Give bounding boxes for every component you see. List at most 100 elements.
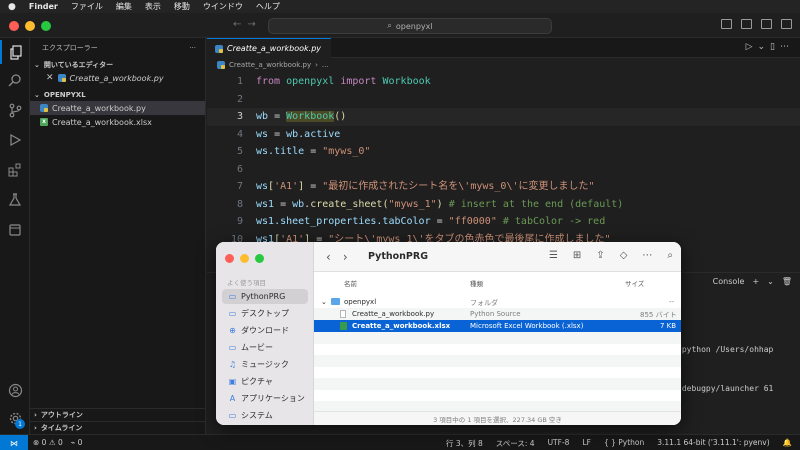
remote-indicator-icon[interactable]: ⋈ bbox=[0, 435, 28, 450]
row-kind: Python Source bbox=[470, 309, 521, 318]
language-mode[interactable]: { } Python bbox=[604, 438, 644, 449]
apple-menu-icon[interactable]: ● bbox=[8, 2, 16, 12]
macos-menu-bar: ● Finder ファイル 編集 表示 移動 ウインドウ ヘルプ bbox=[0, 0, 800, 13]
account-icon[interactable] bbox=[0, 378, 30, 402]
indentation-status[interactable]: スペース: 4 bbox=[496, 438, 535, 449]
code-line: 6 bbox=[207, 161, 800, 179]
python-file-icon bbox=[215, 44, 223, 53]
menu-window[interactable]: ウインドウ bbox=[203, 1, 243, 12]
breadcrumb-file[interactable]: Creatte_a_workbook.py bbox=[229, 61, 311, 69]
menu-finder[interactable]: Finder bbox=[29, 2, 58, 11]
finder-close-button[interactable] bbox=[225, 254, 234, 263]
finder-sidebar-item-pythonprg[interactable]: ▭ PythonPRG bbox=[222, 289, 308, 304]
menu-view[interactable]: 表示 bbox=[145, 1, 161, 12]
panel-console-label[interactable]: Console bbox=[713, 277, 745, 286]
file-item-py[interactable]: Creatte_a_workbook.py bbox=[30, 101, 205, 115]
finder-sidebar-item-system[interactable]: ▭ システム bbox=[222, 408, 308, 423]
row-size: 7 KB bbox=[660, 321, 677, 330]
more-actions-icon[interactable]: ··· bbox=[189, 44, 196, 52]
menu-help[interactable]: ヘルプ bbox=[256, 1, 280, 12]
close-icon[interactable]: ✕ bbox=[46, 73, 54, 83]
python-interpreter[interactable]: 3.11.1 64-bit ('3.11.1': pyenv) bbox=[657, 438, 769, 449]
extensions-icon[interactable] bbox=[0, 158, 30, 182]
status-bar: ⋈ ⊗ 0 ⚠ 0 ⌁ 0 行 3、列 8 スペース: 4 UTF-8 LF {… bbox=[0, 434, 800, 450]
close-window-button[interactable] bbox=[9, 21, 19, 31]
zoom-window-button[interactable] bbox=[41, 21, 51, 31]
finder-zoom-button[interactable] bbox=[255, 254, 264, 263]
finder-nav: ‹› bbox=[326, 250, 360, 264]
terminal-output[interactable]: /python /Users/ohhap /debugpy/launcher 6… bbox=[677, 317, 773, 421]
eol-status[interactable]: LF bbox=[582, 438, 591, 449]
group-icon[interactable]: ⊞ bbox=[573, 250, 581, 261]
encoding-status[interactable]: UTF-8 bbox=[548, 438, 570, 449]
folder-section[interactable]: ⌄ OPENPYXL bbox=[30, 88, 205, 101]
open-editor-item[interactable]: ✕ Creatte_a_workbook.py bbox=[30, 71, 205, 85]
cursor-position[interactable]: 行 3、列 8 bbox=[446, 438, 483, 449]
share-icon[interactable]: ⇪ bbox=[596, 250, 604, 261]
document-icon bbox=[340, 309, 346, 318]
remote-explorer-icon[interactable] bbox=[0, 218, 30, 242]
finder-sidebar-item-music[interactable]: ♫ ミュージック bbox=[222, 357, 308, 372]
minimize-window-button[interactable] bbox=[25, 21, 35, 31]
more-actions-icon[interactable]: ⋯ bbox=[780, 42, 794, 52]
chevron-down-icon[interactable]: ⌄ bbox=[767, 277, 774, 286]
finder-row-folder[interactable]: ⌄ openpyxl フォルダ -- bbox=[314, 296, 681, 308]
manage-gear-icon[interactable]: 1 bbox=[0, 406, 30, 430]
breadcrumb-more[interactable]: ... bbox=[322, 61, 329, 69]
finder-sidebar-item-desktop[interactable]: ▭ デスクトップ bbox=[222, 306, 308, 321]
outline-section[interactable]: › アウトライン bbox=[30, 408, 206, 421]
chevron-down-icon[interactable]: ⌄ bbox=[758, 42, 771, 52]
timeline-label: タイムライン bbox=[40, 424, 83, 432]
problems-status[interactable]: ⊗ 0 ⚠ 0 bbox=[33, 438, 63, 447]
customize-layout-icon[interactable] bbox=[781, 19, 792, 29]
column-name[interactable]: 名前 bbox=[344, 278, 357, 288]
row-name: Creatte_a_workbook.xlsx bbox=[352, 321, 451, 330]
finder-search-icon[interactable]: ⌕ bbox=[667, 250, 673, 261]
new-terminal-icon[interactable]: + bbox=[752, 277, 759, 286]
finder-sidebar-item-pictures[interactable]: ▣ ピクチャ bbox=[222, 374, 308, 389]
editor-actions: ▷⌄▯⋯ bbox=[746, 42, 794, 52]
command-center[interactable]: ⌕ openpyxl bbox=[268, 18, 552, 34]
menu-file[interactable]: ファイル bbox=[71, 1, 103, 12]
finder-sidebar-item-downloads[interactable]: ⊕ ダウンロード bbox=[222, 323, 308, 338]
column-size[interactable]: サイズ bbox=[625, 278, 644, 288]
chevron-down-icon[interactable]: ⌄ bbox=[321, 298, 327, 306]
file-item-xlsx[interactable]: x Creatte_a_workbook.xlsx bbox=[30, 115, 205, 129]
finder-minimize-button[interactable] bbox=[240, 254, 249, 263]
finder-sidebar-item-movies[interactable]: ▭ ムービー bbox=[222, 340, 308, 355]
run-debug-icon[interactable] bbox=[0, 128, 30, 152]
list-view-icon[interactable]: ☰ bbox=[549, 250, 558, 261]
action-menu-icon[interactable]: ⋯ bbox=[642, 250, 652, 261]
back-arrow-icon[interactable]: ← bbox=[233, 19, 247, 30]
finder-row-xlsx[interactable]: Creatte_a_workbook.xlsx Microsoft Excel … bbox=[314, 320, 681, 332]
ports-status[interactable]: ⌁ 0 bbox=[71, 438, 83, 447]
timeline-section[interactable]: › タイムライン bbox=[30, 421, 206, 434]
menu-edit[interactable]: 編集 bbox=[116, 1, 132, 12]
finder-row-py[interactable]: Creatte_a_workbook.py Python Source 855 … bbox=[314, 308, 681, 320]
menu-go[interactable]: 移動 bbox=[174, 1, 190, 12]
trash-icon[interactable]: 🗑 bbox=[782, 277, 792, 286]
open-editors-section[interactable]: ⌄ 開いているエディター bbox=[30, 58, 205, 71]
forward-chevron-icon[interactable]: › bbox=[343, 250, 360, 264]
finder-sidebar-item-applications[interactable]: A アプリケーション bbox=[222, 391, 308, 406]
explorer-icon[interactable] bbox=[0, 40, 30, 64]
finder-row-empty bbox=[314, 378, 681, 390]
back-chevron-icon[interactable]: ‹ bbox=[326, 250, 343, 264]
favorites-label: よく使う項目 bbox=[227, 279, 266, 287]
tag-icon[interactable]: ◇ bbox=[620, 250, 628, 261]
desktop-icon: ▭ bbox=[228, 309, 237, 318]
run-icon[interactable]: ▷ bbox=[746, 42, 758, 52]
toggle-panel-icon[interactable] bbox=[741, 19, 752, 29]
search-icon[interactable] bbox=[0, 68, 30, 92]
notifications-bell-icon[interactable]: 🔔 bbox=[783, 438, 792, 449]
column-kind[interactable]: 種類 bbox=[470, 278, 483, 288]
tab-creatte-a-workbook-py[interactable]: Creatte_a_workbook.py bbox=[207, 38, 331, 58]
forward-arrow-icon[interactable]: → bbox=[247, 19, 261, 30]
toggle-sidebar-icon[interactable] bbox=[721, 19, 732, 29]
source-control-icon[interactable] bbox=[0, 98, 30, 122]
testing-flask-icon[interactable] bbox=[0, 188, 30, 212]
folder-label: OPENPYXL bbox=[43, 90, 86, 99]
toggle-secondary-sidebar-icon[interactable] bbox=[761, 19, 772, 29]
code-line: 4 ws = wb.active bbox=[207, 126, 800, 144]
split-editor-icon[interactable]: ▯ bbox=[770, 42, 780, 52]
